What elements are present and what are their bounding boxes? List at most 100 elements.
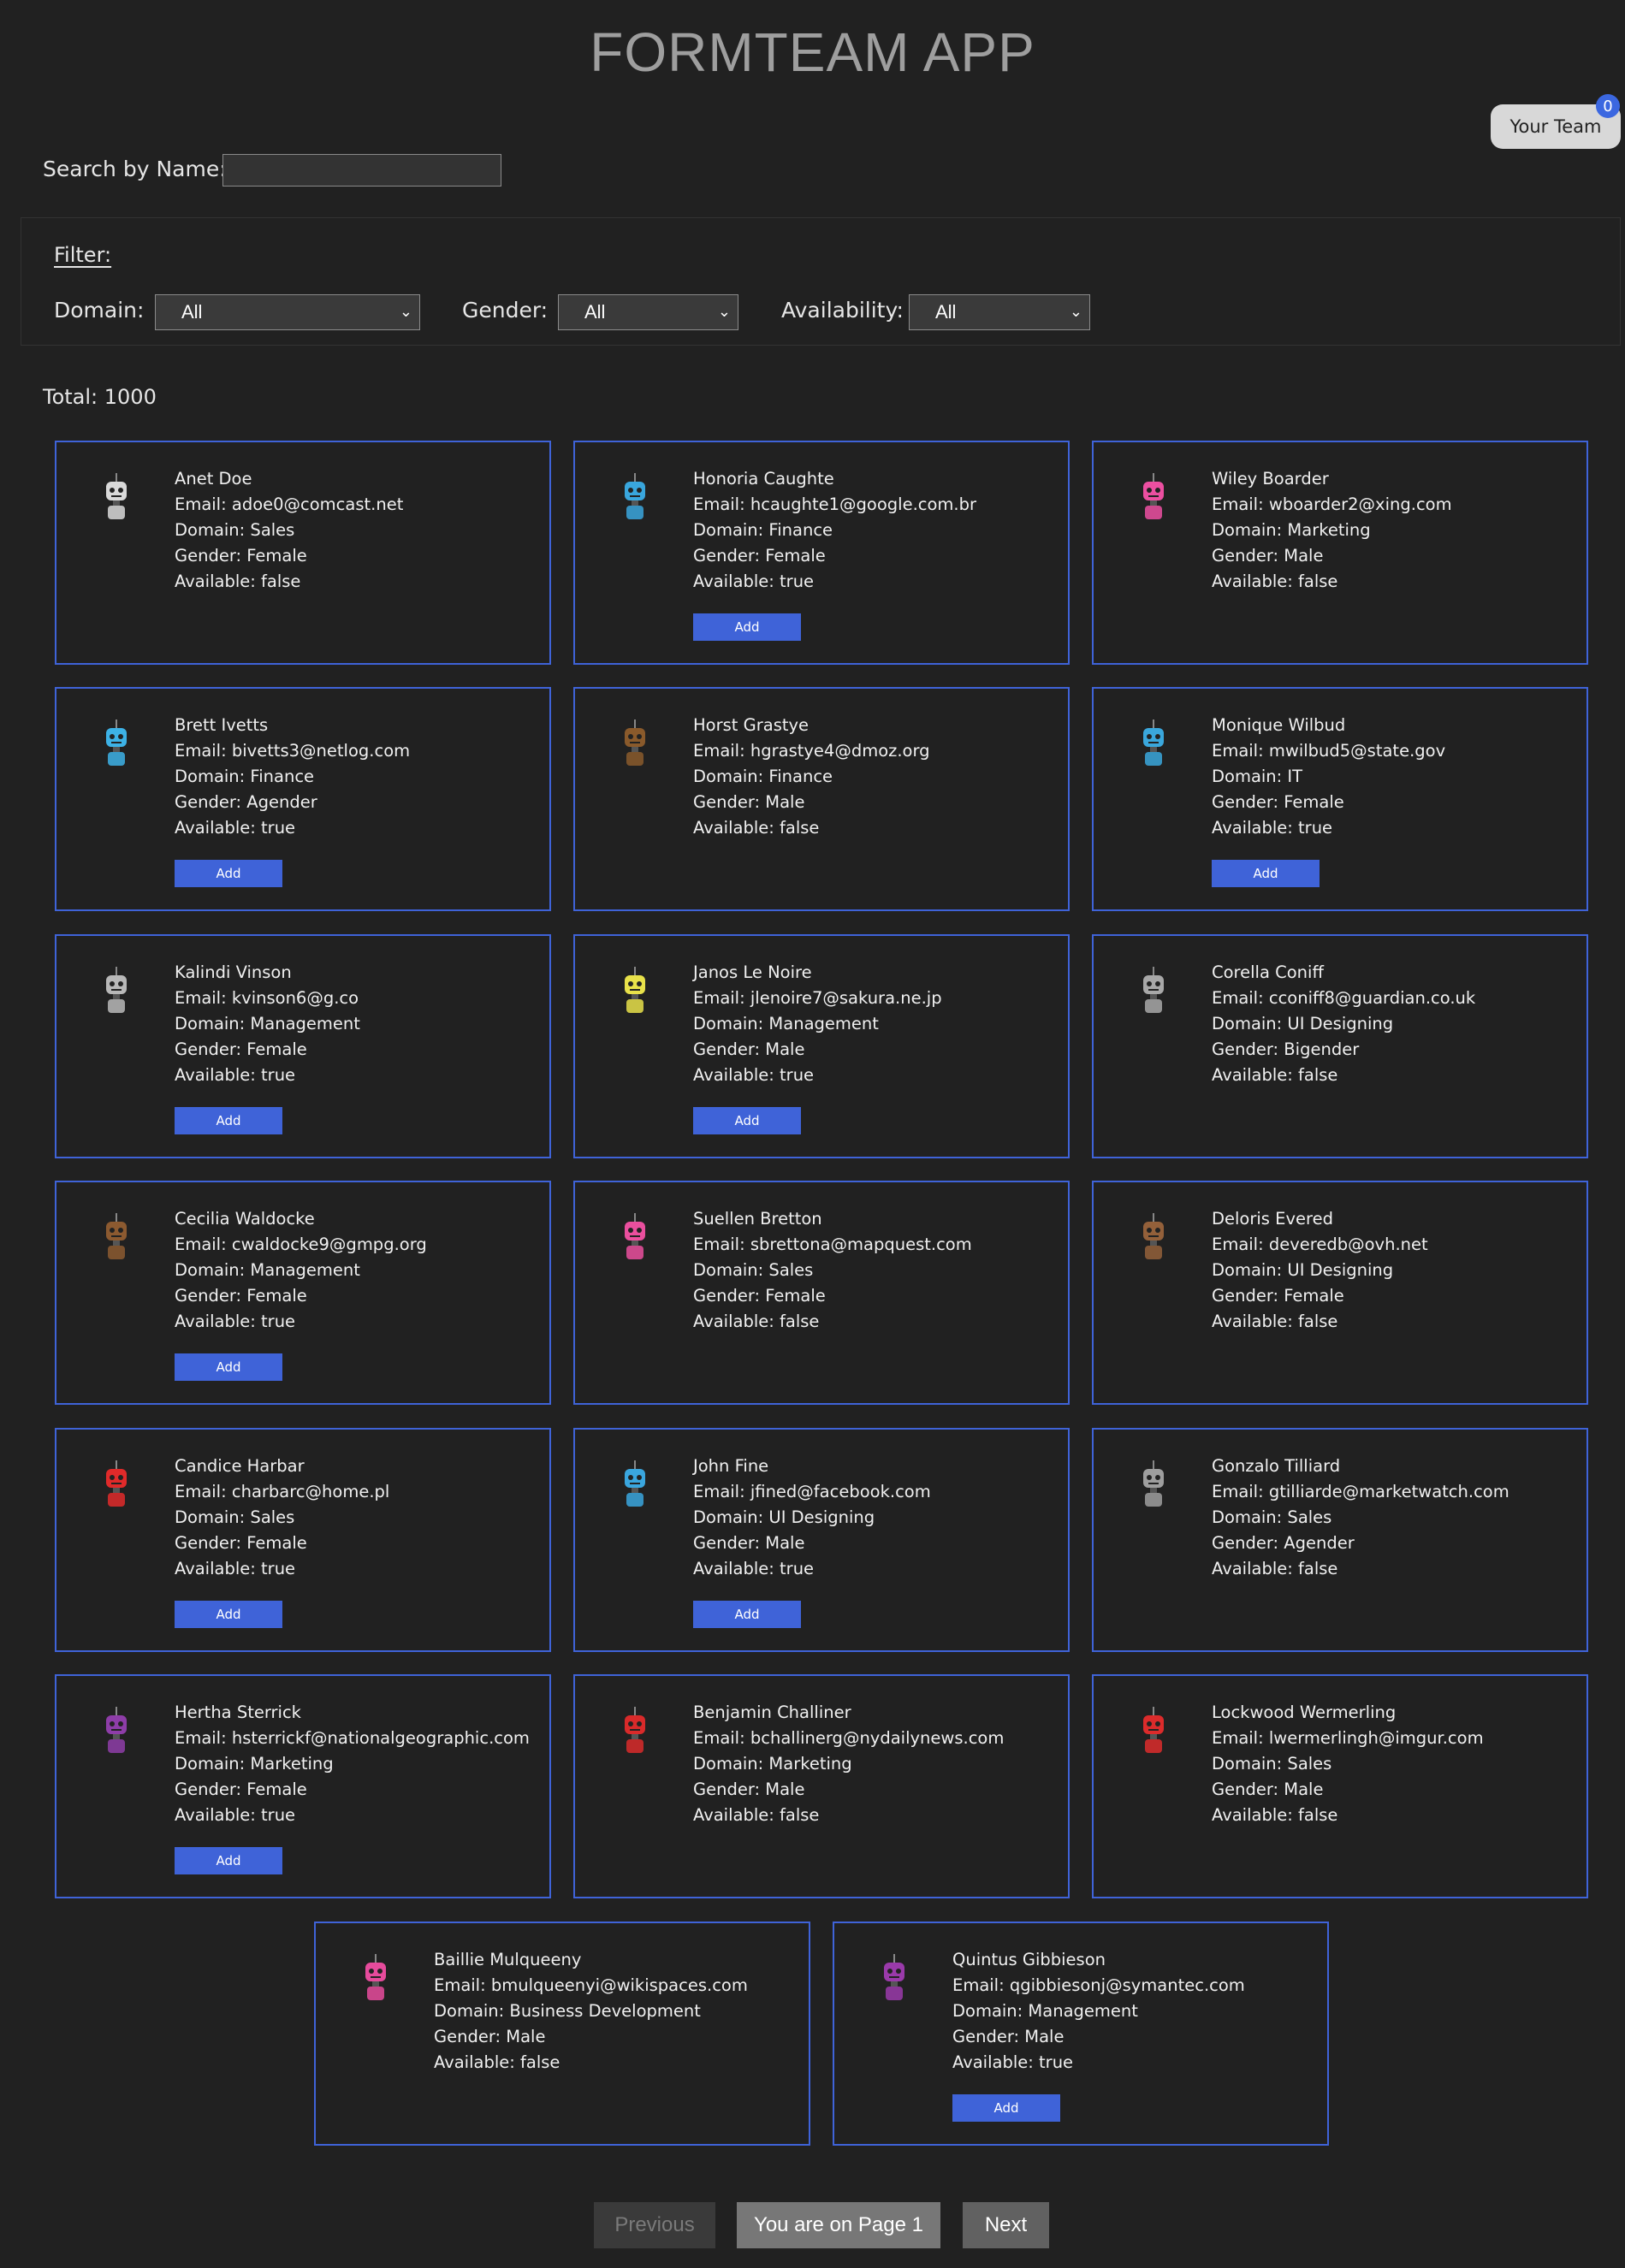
user-card: Suellen Bretton Email: sbrettona@mapquest…	[573, 1181, 1070, 1405]
user-gender: Gender: Male	[952, 2027, 1065, 2046]
user-gender: Gender: Male	[693, 1779, 805, 1799]
user-gender: Gender: Male	[434, 2027, 546, 2046]
user-domain: Domain: Marketing	[1212, 520, 1371, 540]
add-button[interactable]: Add	[175, 1847, 282, 1874]
user-card: Kalindi Vinson Email: kvinson6@g.co Domain…	[55, 934, 551, 1158]
user-name: Gonzalo Tilliard	[1212, 1456, 1341, 1476]
user-info: Honoria Caughte Email: hcaughte1@google.c…	[693, 466, 976, 595]
user-domain: Domain: Finance	[175, 767, 315, 786]
user-name: Kalindi Vinson	[175, 962, 292, 982]
user-name: Hertha Sterrick	[175, 1702, 301, 1722]
user-card: Hertha Sterrick Email: hsterrickf@nationa…	[55, 1674, 551, 1898]
user-email: Email: gtilliarde@marketwatch.com	[1212, 1482, 1509, 1501]
user-email: Email: sbrettona@mapquest.com	[693, 1235, 972, 1254]
robot-avatar-icon	[1143, 473, 1164, 519]
user-available: Available: true	[175, 1805, 296, 1825]
user-info: Cecilia Waldocke Email: cwaldocke9@gmpg.o…	[175, 1206, 427, 1335]
user-domain: Domain: Management	[175, 1014, 360, 1033]
add-button[interactable]: Add	[175, 1107, 282, 1134]
add-button[interactable]: Add	[175, 860, 282, 887]
user-available: Available: false	[175, 571, 301, 591]
user-domain: Domain: UI Designing	[693, 1507, 875, 1527]
user-domain: Domain: Management	[693, 1014, 879, 1033]
robot-avatar-icon	[625, 719, 645, 766]
user-card: Anet Doe Email: adoe0@comcast.net Domain: …	[55, 441, 551, 665]
user-card: Gonzalo Tilliard Email: gtilliarde@market…	[1092, 1428, 1588, 1652]
user-info: Candice Harbar Email: charbarc@home.pl Dom…	[175, 1454, 389, 1582]
user-name: Benjamin Challiner	[693, 1702, 851, 1722]
user-gender: Gender: Female	[175, 1286, 307, 1306]
user-domain: Domain: Sales	[693, 1260, 814, 1280]
robot-avatar-icon	[1143, 967, 1164, 1013]
user-name: Baillie Mulqueeny	[434, 1950, 582, 1969]
add-button[interactable]: Add	[693, 1107, 801, 1134]
add-button[interactable]: Add	[693, 613, 801, 641]
user-email: Email: hgrastye4@dmoz.org	[693, 741, 930, 761]
user-card: Monique Wilbud Email: mwilbud5@state.gov D…	[1092, 687, 1588, 911]
user-available: Available: true	[952, 2052, 1074, 2072]
chevron-down-icon: ⌄	[399, 303, 412, 320]
user-name: Brett Ivetts	[175, 715, 269, 735]
user-domain: Domain: Marketing	[693, 1754, 852, 1774]
user-gender: Gender: Male	[693, 1533, 805, 1553]
user-card: Wiley Boarder Email: wboarder2@xing.com Do…	[1092, 441, 1588, 665]
user-info: Deloris Evered Email: deveredb@ovh.net Dom…	[1212, 1206, 1428, 1335]
add-button[interactable]: Add	[175, 1353, 282, 1381]
robot-avatar-icon	[625, 473, 645, 519]
user-info: Suellen Bretton Email: sbrettona@mapquest…	[693, 1206, 972, 1335]
user-name: Wiley Boarder	[1212, 469, 1329, 489]
availability-filter-value: All	[935, 301, 957, 323]
user-email: Email: hcaughte1@google.com.br	[693, 494, 977, 514]
user-name: Anet Doe	[175, 469, 252, 489]
availability-filter-label: Availability:	[781, 298, 904, 323]
user-available: Available: true	[693, 1065, 815, 1085]
user-info: Lockwood Wermerling Email: lwermerlingh@i…	[1212, 1700, 1484, 1828]
user-info: Hertha Sterrick Email: hsterrickf@nationa…	[175, 1700, 530, 1828]
user-name: Horst Grastye	[693, 715, 810, 735]
availability-filter-select[interactable]: All ⌄	[909, 294, 1090, 330]
user-available: Available: false	[1212, 571, 1338, 591]
robot-avatar-icon	[1143, 1460, 1164, 1507]
user-available: Available: false	[693, 1312, 820, 1331]
user-domain: Domain: Sales	[1212, 1754, 1332, 1774]
gender-filter-select[interactable]: All ⌄	[558, 294, 738, 330]
user-name: Lockwood Wermerling	[1212, 1702, 1397, 1722]
user-gender: Gender: Female	[1212, 1286, 1344, 1306]
user-available: Available: true	[693, 1559, 815, 1578]
robot-avatar-icon	[1143, 719, 1164, 766]
user-available: Available: false	[693, 818, 820, 838]
search-input[interactable]	[222, 154, 501, 187]
robot-avatar-icon	[884, 1954, 904, 2000]
current-page-indicator: You are on Page 1	[737, 2202, 940, 2248]
user-gender: Gender: Female	[693, 546, 826, 566]
domain-filter-select[interactable]: All ⌄	[155, 294, 420, 330]
next-page-button[interactable]: Next	[963, 2202, 1049, 2248]
user-card: Honoria Caughte Email: hcaughte1@google.c…	[573, 441, 1070, 665]
user-available: Available: false	[1212, 1312, 1338, 1331]
user-info: Brett Ivetts Email: bivetts3@netlog.com Do…	[175, 713, 410, 841]
user-gender: Gender: Female	[175, 1533, 307, 1553]
user-info: Quintus Gibbieson Email: qgibbiesonj@syma…	[952, 1947, 1245, 2076]
user-gender: Gender: Female	[175, 546, 307, 566]
user-gender: Gender: Female	[175, 1039, 307, 1059]
previous-page-button[interactable]: Previous	[594, 2202, 715, 2248]
user-available: Available: false	[693, 1805, 820, 1825]
user-available: Available: true	[175, 818, 296, 838]
user-email: Email: kvinson6@g.co	[175, 988, 359, 1008]
user-name: John Fine	[693, 1456, 769, 1476]
robot-avatar-icon	[106, 1213, 127, 1259]
add-button[interactable]: Add	[952, 2094, 1060, 2122]
user-info: Benjamin Challiner Email: bchallinerg@nyd…	[693, 1700, 1004, 1828]
robot-avatar-icon	[625, 1460, 645, 1507]
user-card: Benjamin Challiner Email: bchallinerg@nyd…	[573, 1674, 1070, 1898]
user-available: Available: false	[1212, 1065, 1338, 1085]
user-name: Corella Coniff	[1212, 962, 1324, 982]
add-button[interactable]: Add	[175, 1601, 282, 1628]
add-button[interactable]: Add	[1212, 860, 1320, 887]
user-gender: Gender: Bigender	[1212, 1039, 1360, 1059]
add-button[interactable]: Add	[693, 1601, 801, 1628]
user-gender: Gender: Female	[175, 1779, 307, 1799]
user-info: Baillie Mulqueeny Email: bmulqueenyi@wiki…	[434, 1947, 748, 2076]
robot-avatar-icon	[106, 473, 127, 519]
user-domain: Domain: Finance	[693, 520, 833, 540]
